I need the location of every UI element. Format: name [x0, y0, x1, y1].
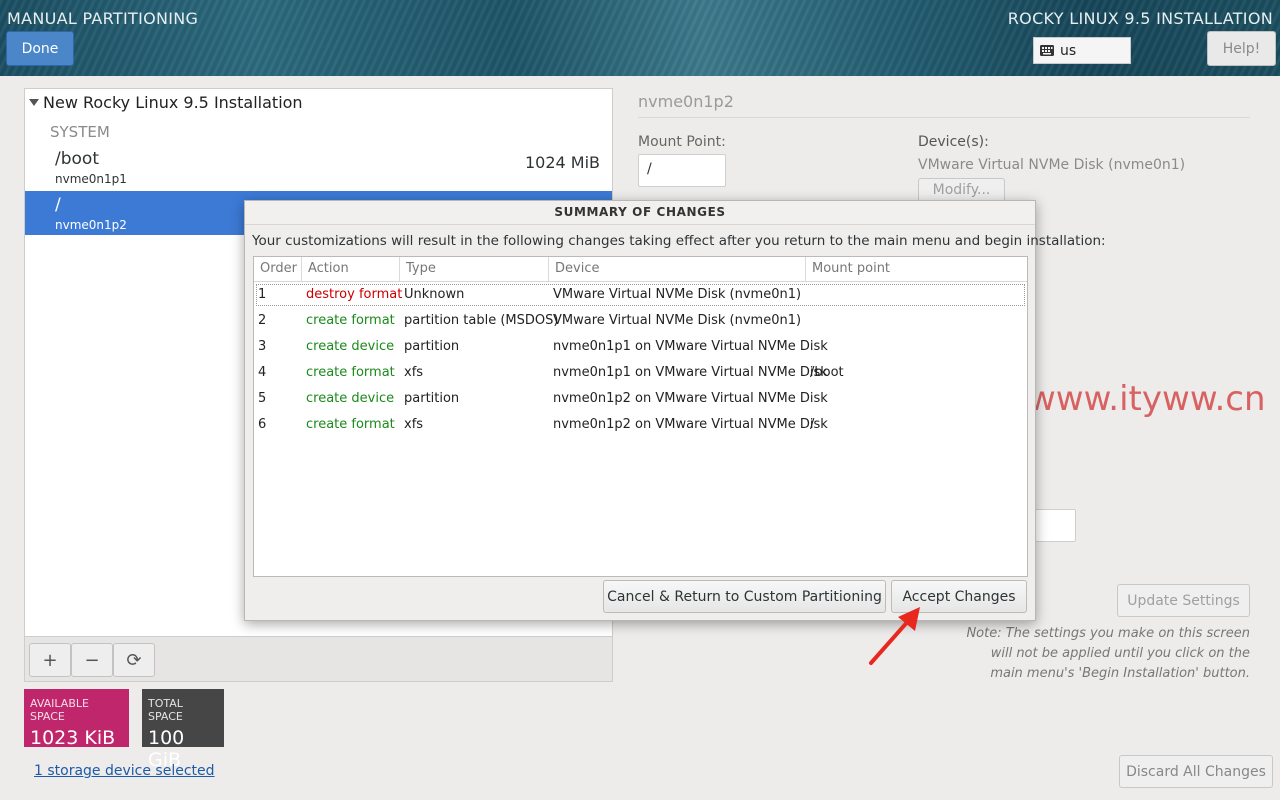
partition-toolbar: + − ⟳	[25, 636, 612, 681]
available-space-label: AVAILABLE SPACE	[30, 697, 89, 723]
partition-row-boot[interactable]: /boot nvme0n1p1 1024 MiB	[25, 143, 612, 187]
refresh-button[interactable]: ⟳	[113, 643, 155, 677]
mount-point-label: Mount Point:	[638, 134, 726, 150]
cell-order: 3	[258, 339, 267, 354]
total-space-label: TOTAL SPACE	[148, 697, 183, 723]
installation-title: New Rocky Linux 9.5 Installation	[43, 93, 303, 112]
settings-note: Note: The settings you make on this scre…	[960, 624, 1250, 684]
changes-table: Order Action Type Device Mount point 1 d…	[253, 256, 1028, 577]
devices-value: VMware Virtual NVMe Disk (nvme0n1)	[918, 157, 1186, 173]
cell-device: nvme0n1p1 on VMware Virtual NVMe Disk	[553, 339, 828, 354]
triangle-down-icon	[29, 99, 39, 106]
devices-label: Device(s):	[918, 134, 989, 150]
partition-device: nvme0n1p2	[55, 218, 127, 232]
watermark-text: www.ityww.cn	[1028, 379, 1266, 419]
cell-type: xfs	[404, 365, 424, 380]
installer-title: ROCKY LINUX 9.5 INSTALLATION	[1007, 9, 1273, 28]
modify-button[interactable]: Modify...	[918, 178, 1005, 202]
cell-action: create device	[306, 339, 395, 354]
total-space-box: TOTAL SPACE 100 GiB	[142, 689, 224, 771]
cell-order: 4	[258, 365, 267, 380]
help-button[interactable]: Help!	[1207, 31, 1276, 66]
column-order[interactable]: Order	[254, 257, 302, 281]
system-section-label: SYSTEM	[50, 123, 110, 141]
table-row[interactable]: 1 destroy format Unknown VMware Virtual …	[254, 282, 1027, 308]
available-space-value: 1023 KiB	[30, 727, 116, 749]
table-row[interactable]: 5 create device partition nvme0n1p2 on V…	[254, 386, 1027, 412]
keyboard-layout-indicator[interactable]: us	[1033, 37, 1131, 64]
cell-order: 1	[258, 287, 267, 302]
done-button[interactable]: Done	[6, 31, 74, 66]
partition-mount: /boot	[55, 149, 99, 169]
settings-field[interactable]	[1030, 509, 1076, 542]
cell-order: 2	[258, 313, 267, 328]
column-type[interactable]: Type	[400, 257, 549, 281]
partition-device: nvme0n1p1	[55, 172, 127, 186]
table-row[interactable]: 2 create format partition table (MSDOS) …	[254, 308, 1027, 334]
cell-device: VMware Virtual NVMe Disk (nvme0n1)	[553, 287, 802, 302]
cell-device: nvme0n1p2 on VMware Virtual NVMe Disk	[553, 417, 828, 432]
cell-device: nvme0n1p1 on VMware Virtual NVMe Disk	[553, 365, 828, 380]
cancel-return-button[interactable]: Cancel & Return to Custom Partitioning	[603, 580, 886, 613]
installation-expander[interactable]: New Rocky Linux 9.5 Installation	[29, 93, 303, 112]
cell-type: Unknown	[404, 287, 465, 302]
cell-type: xfs	[404, 417, 424, 432]
cell-action: destroy format	[306, 287, 403, 302]
dialog-title: SUMMARY OF CHANGES	[245, 201, 1035, 225]
table-row[interactable]: 4 create format xfs nvme0n1p1 on VMware …	[254, 360, 1027, 386]
partition-size: 1024 MiB	[524, 153, 600, 172]
keyboard-icon	[1040, 45, 1054, 56]
selected-partition-title: nvme0n1p2	[638, 92, 734, 111]
cell-mount: /boot	[810, 365, 844, 380]
dialog-description: Your customizations will result in the f…	[252, 233, 1106, 249]
column-device[interactable]: Device	[549, 257, 806, 281]
cell-device: nvme0n1p2 on VMware Virtual NVMe Disk	[553, 391, 828, 406]
column-mount-point[interactable]: Mount point	[806, 257, 1027, 281]
partition-mount: /	[55, 195, 61, 215]
summary-of-changes-dialog: SUMMARY OF CHANGES Your customizations w…	[244, 200, 1106, 621]
cell-action: create format	[306, 365, 395, 380]
cell-action: create format	[306, 417, 395, 432]
storage-device-link[interactable]: 1 storage device selected	[34, 763, 215, 779]
note-line: main menu's 'Begin Installation' button.	[990, 666, 1250, 681]
table-row[interactable]: 3 create device partition nvme0n1p1 on V…	[254, 334, 1027, 360]
cell-action: create device	[306, 391, 395, 406]
add-partition-button[interactable]: +	[29, 643, 71, 677]
header-bar: MANUAL PARTITIONING ROCKY LINUX 9.5 INST…	[0, 0, 1280, 76]
discard-all-changes-button[interactable]: Discard All Changes	[1119, 755, 1273, 788]
available-space-box: AVAILABLE SPACE 1023 KiB	[24, 689, 129, 749]
cell-action: create format	[306, 313, 395, 328]
note-line: Note: The settings you make on this scre…	[966, 626, 1250, 641]
remove-partition-button[interactable]: −	[71, 643, 113, 677]
note-line: will not be applied until you click on t…	[990, 646, 1250, 661]
red-arrow-icon	[869, 607, 920, 665]
cell-type: partition table (MSDOS)	[404, 313, 559, 328]
cell-order: 5	[258, 391, 267, 406]
cell-type: partition	[404, 339, 460, 354]
cell-device: VMware Virtual NVMe Disk (nvme0n1)	[553, 313, 802, 328]
keyboard-layout-label: us	[1060, 42, 1077, 59]
page-title: MANUAL PARTITIONING	[7, 9, 199, 28]
cell-type: partition	[404, 391, 460, 406]
divider	[638, 117, 1250, 118]
cell-order: 6	[258, 417, 267, 432]
mount-point-input[interactable]: /	[638, 154, 726, 187]
update-settings-button[interactable]: Update Settings	[1117, 584, 1250, 617]
cell-mount: /	[810, 417, 815, 432]
table-row[interactable]: 6 create format xfs nvme0n1p2 on VMware …	[254, 412, 1027, 438]
column-action[interactable]: Action	[302, 257, 400, 281]
table-header: Order Action Type Device Mount point	[254, 257, 1027, 282]
